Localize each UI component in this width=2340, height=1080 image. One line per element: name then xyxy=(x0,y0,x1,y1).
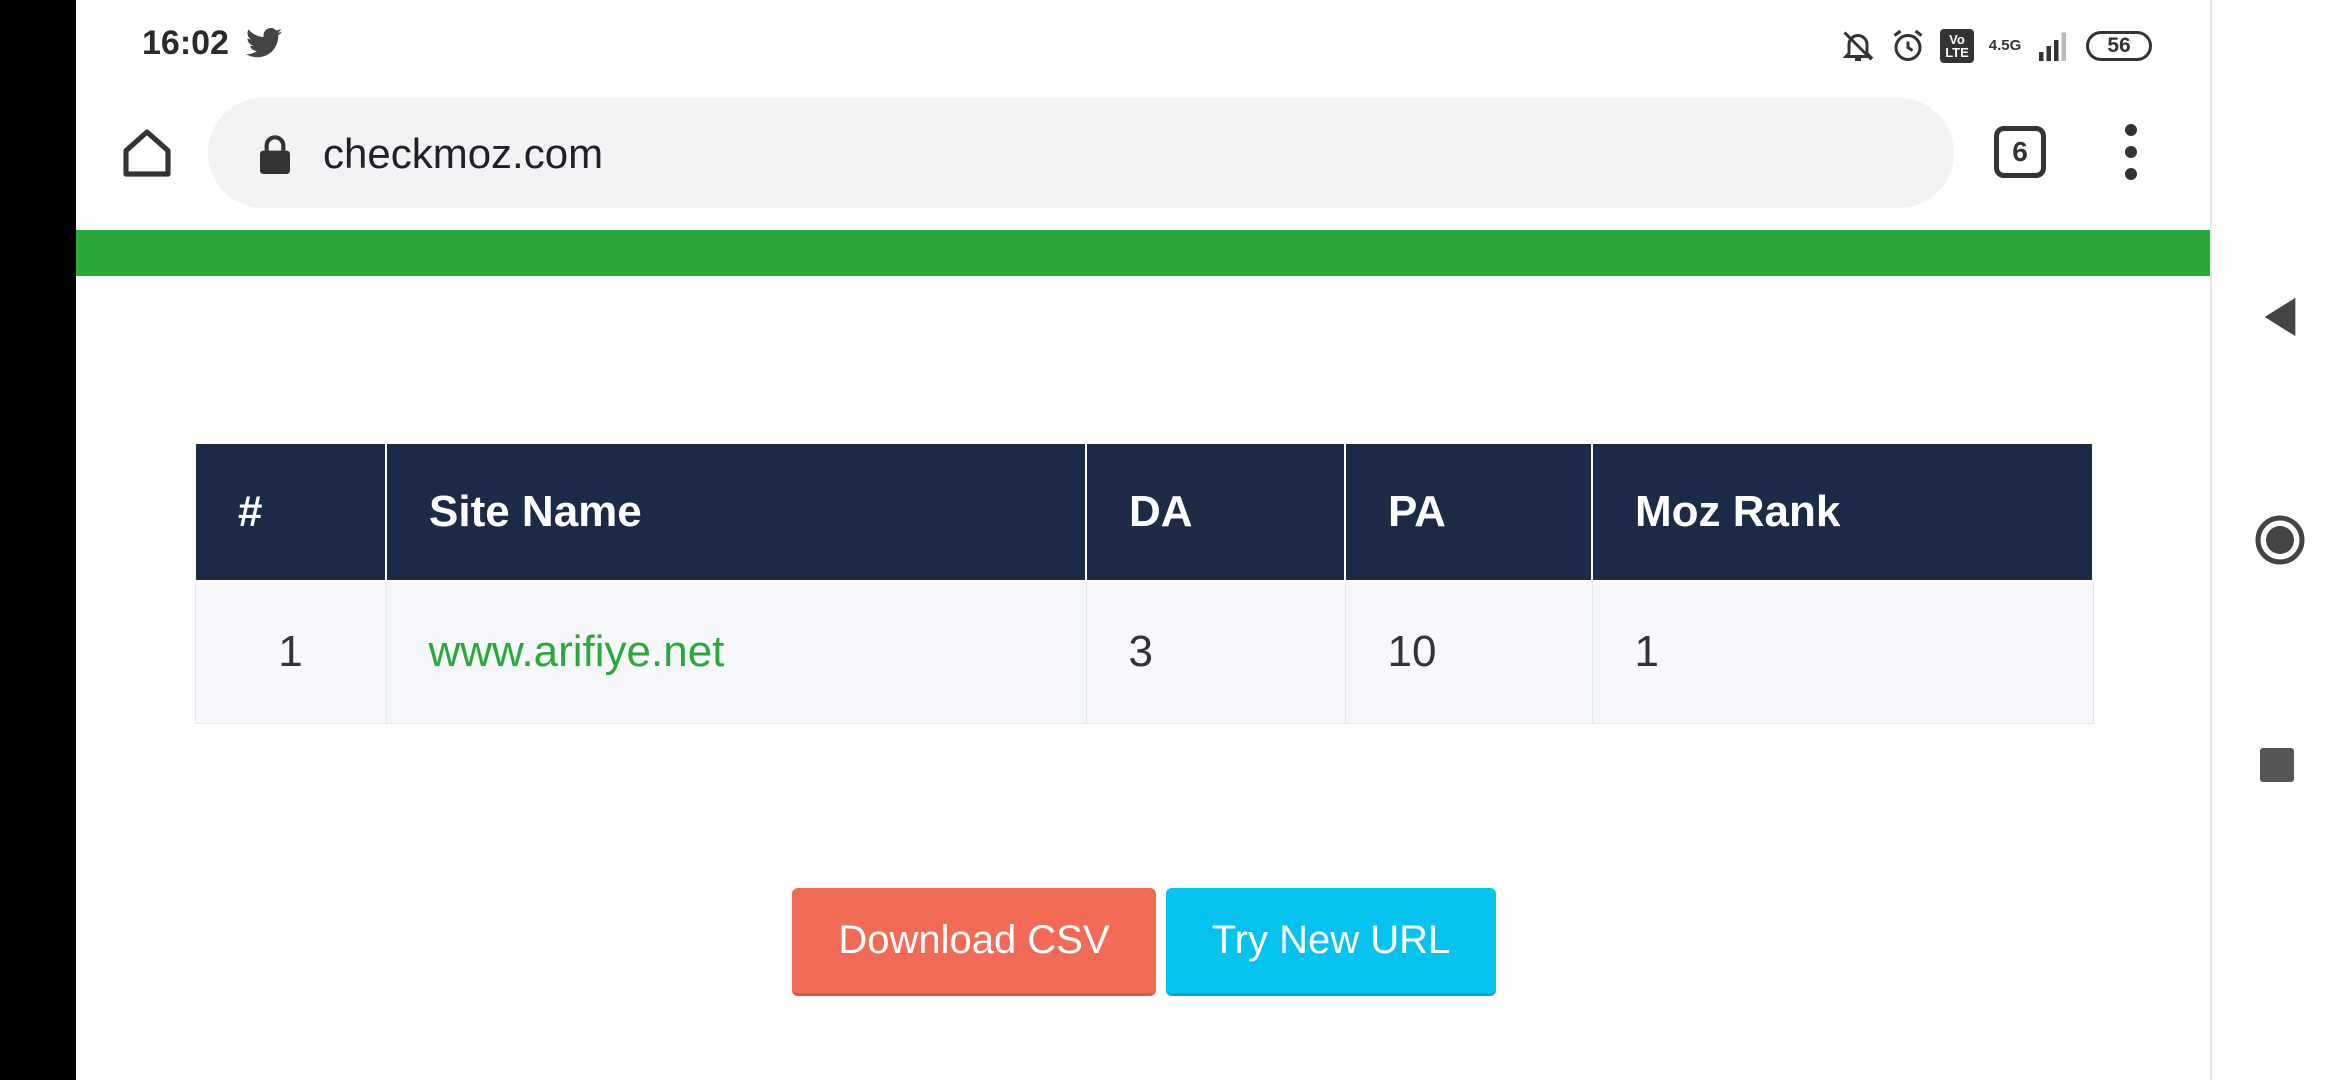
status-icons: Vo LTE 4.5G 56 xyxy=(1840,28,2152,64)
lock-icon xyxy=(258,134,292,174)
row-moz-rank: 1 xyxy=(1591,580,2094,724)
home-button[interactable] xyxy=(112,118,182,188)
android-nav-bar xyxy=(2210,0,2340,1080)
mute-icon xyxy=(1840,28,1876,64)
status-bar: 16:02 Vo LTE 4.5G 56 xyxy=(76,0,2210,90)
more-vert-icon[interactable] xyxy=(2116,120,2146,184)
row-site-cell: www.arifiye.net xyxy=(385,580,1087,724)
site-link[interactable]: www.arifiye.net xyxy=(429,627,725,676)
column-header-moz-rank: Moz Rank xyxy=(1591,442,2094,582)
column-header-da: DA xyxy=(1085,442,1346,582)
site-header-bar xyxy=(76,230,2210,276)
column-header-pa: PA xyxy=(1344,442,1593,582)
home-icon xyxy=(123,129,171,177)
url-text[interactable]: checkmoz.com xyxy=(323,130,603,178)
volte-icon: Vo LTE xyxy=(1940,29,1974,63)
battery-icon: 56 xyxy=(2086,31,2152,61)
table-row: 1 www.arifiye.net 3 10 1 xyxy=(194,580,2094,724)
network-type-label: 4.5G xyxy=(1988,37,2022,54)
results-table: # Site Name DA PA Moz Rank 1 www.arifiye… xyxy=(194,442,2094,724)
alarm-icon xyxy=(1890,28,1926,64)
recents-icon[interactable] xyxy=(2260,748,2294,782)
address-bar[interactable]: checkmoz.com xyxy=(208,98,1954,208)
try-new-url-button[interactable]: Try New URL xyxy=(1166,888,1496,996)
row-index: 1 xyxy=(194,580,387,724)
home-circle-icon[interactable] xyxy=(2254,514,2306,566)
signal-icon xyxy=(2036,28,2072,64)
column-header-index: # xyxy=(194,442,387,582)
table-header-row: # Site Name DA PA Moz Rank xyxy=(194,442,2094,582)
back-icon[interactable] xyxy=(2260,294,2300,340)
twitter-icon xyxy=(246,28,282,58)
download-csv-button[interactable]: Download CSV xyxy=(792,888,1156,996)
column-header-site-name: Site Name xyxy=(385,442,1087,582)
browser-toolbar: checkmoz.com 6 xyxy=(76,90,2210,230)
row-da: 3 xyxy=(1085,580,1346,724)
left-black-edge xyxy=(0,0,76,1080)
row-pa: 10 xyxy=(1344,580,1593,724)
tabs-icon[interactable]: 6 xyxy=(1994,126,2046,178)
browser-screen: 16:02 Vo LTE 4.5G 56 checkmoz.com 6 # Si… xyxy=(76,0,2210,1080)
status-time: 16:02 xyxy=(142,24,229,62)
